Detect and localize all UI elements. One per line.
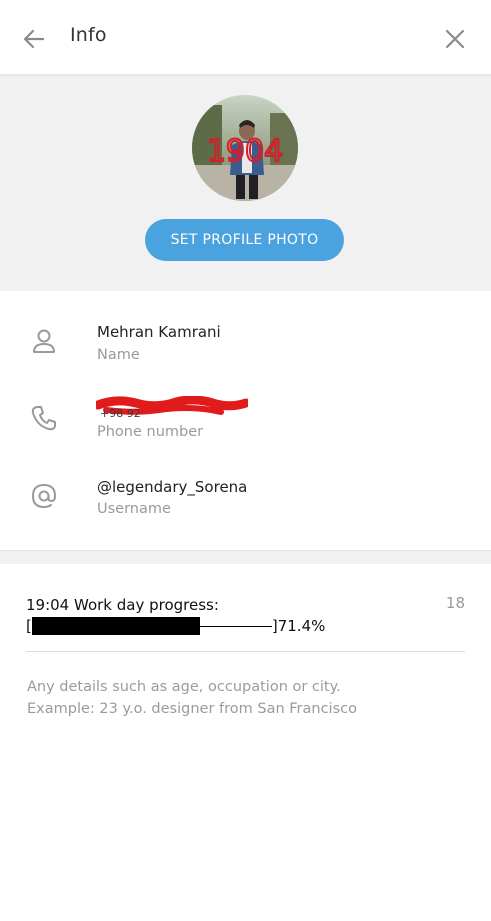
arrow-left-icon (23, 29, 45, 49)
bio-hint-line-2: Example: 23 y.o. designer from San Franc… (27, 701, 357, 717)
bio-progress-line[interactable]: [ ] 71.4% (26, 616, 325, 636)
user-icon (33, 329, 55, 353)
bio-char-count: 18 (445, 594, 465, 612)
phone-icon (31, 406, 56, 431)
profile-photo-area: 1904 SET PROFILE PHOTO (0, 75, 491, 291)
avatar-overlay-text: 1904 (207, 134, 283, 169)
name-value: Mehran Kamrani (97, 323, 221, 341)
section-separator (0, 550, 491, 564)
progress-percent: 71.4% (277, 617, 326, 635)
name-row[interactable]: Mehran Kamrani Name (0, 315, 491, 375)
page-title: Info (70, 24, 107, 46)
set-profile-photo-button[interactable]: SET PROFILE PHOTO (145, 219, 344, 261)
username-row[interactable]: @legendary_Sorena Username (0, 470, 491, 530)
name-label: Name (97, 347, 140, 363)
username-label: Username (97, 501, 171, 517)
progress-bar-fill (31, 617, 200, 635)
header-bar: Info (0, 0, 491, 75)
progress-bar (31, 617, 272, 635)
username-value: @legendary_Sorena (97, 478, 248, 496)
back-button[interactable] (20, 24, 50, 54)
phone-label: Phone number (97, 424, 204, 440)
close-button[interactable] (441, 25, 469, 53)
at-sign-icon (31, 483, 57, 509)
bio-hint-line-1: Any details such as age, occupation or c… (27, 679, 341, 695)
redaction-scribble: +98 92 (96, 396, 248, 418)
bio-text-line[interactable]: 19:04 Work day progress: (26, 594, 219, 616)
avatar[interactable]: 1904 (192, 95, 298, 201)
bio-divider (26, 651, 465, 652)
bio-hint: Any details such as age, occupation or c… (27, 676, 357, 720)
progress-bar-track (199, 626, 272, 627)
avatar-photo: 1904 (192, 95, 298, 201)
svg-text:+98 92: +98 92 (100, 407, 141, 418)
close-icon (445, 29, 465, 49)
